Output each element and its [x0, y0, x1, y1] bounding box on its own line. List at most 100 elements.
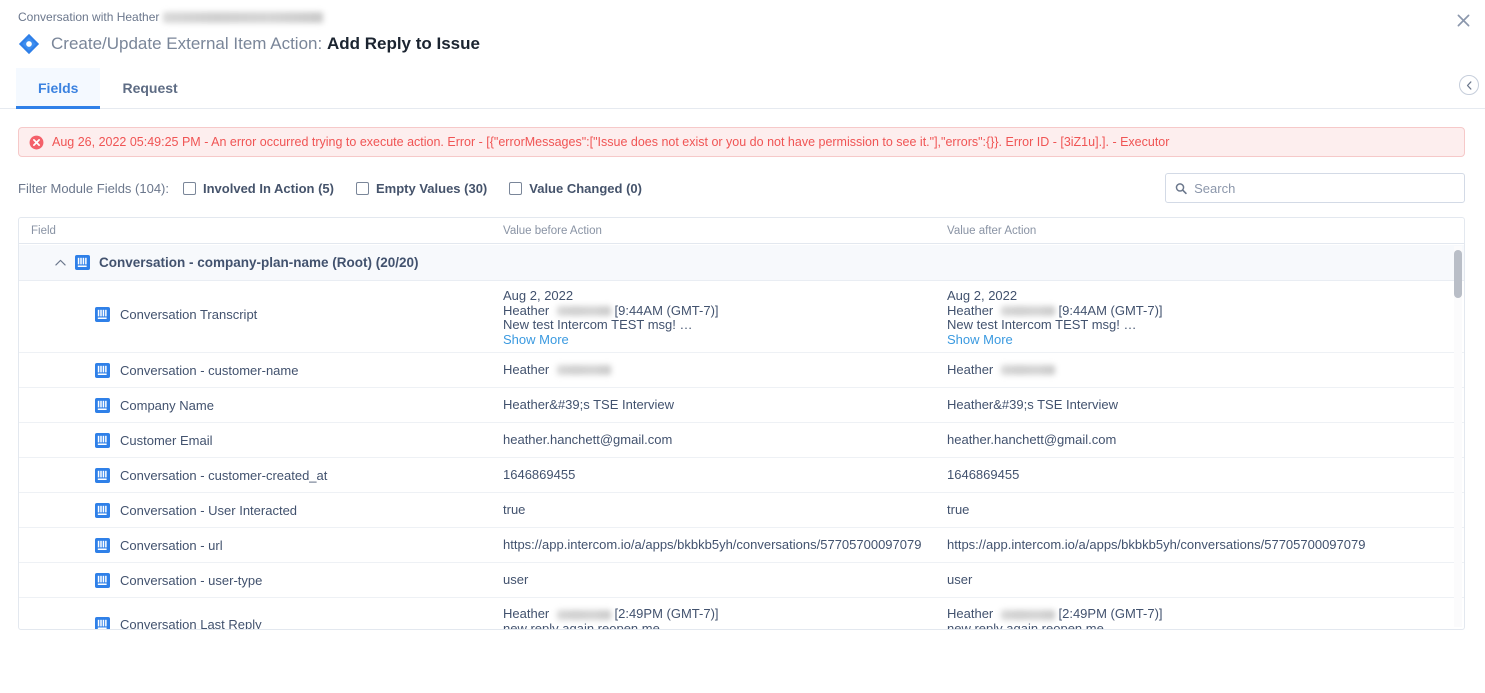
- table-row[interactable]: Conversation - User Interacted truetrue: [19, 493, 1464, 528]
- redacted-name: [557, 306, 611, 316]
- row-field-cell: Customer Email: [19, 433, 503, 448]
- module-icon: [95, 573, 110, 588]
- value-line: New test Intercom TEST msg! …: [503, 318, 947, 333]
- collapse-panel-button[interactable]: [1459, 75, 1479, 95]
- value-line: Aug 2, 2022: [503, 289, 947, 304]
- filter-empty-values[interactable]: Empty Values (30): [356, 181, 487, 196]
- table-row[interactable]: Conversation - customer-nameHeather Heat…: [19, 353, 1464, 388]
- row-field-cell: Conversation - customer-created_at: [19, 468, 503, 483]
- table-row[interactable]: Conversation Transcript Aug 2, 2022Heathe…: [19, 281, 1464, 353]
- redacted-name: [1001, 306, 1055, 316]
- row-value-after-cell: true: [947, 503, 1464, 518]
- table-row[interactable]: Company Name Heather&#39;s TSE InterviewH…: [19, 388, 1464, 423]
- tab-bar: Fields Request: [0, 68, 1485, 109]
- value-line: heather.hanchett@gmail.com: [503, 433, 947, 448]
- breadcrumb-label: Conversation with Heather: [18, 10, 159, 24]
- row-value-after-cell: 1646869455: [947, 468, 1464, 483]
- row-field-label: Conversation - customer-name: [120, 363, 298, 378]
- row-value-before-cell: Heather [2:49PM (GMT-7)]new reply again …: [503, 607, 947, 629]
- checkbox-empty-values[interactable]: [356, 182, 369, 195]
- show-more-link-before[interactable]: Show More: [503, 333, 947, 348]
- search-input[interactable]: [1194, 181, 1455, 196]
- row-value-before-cell: 1646869455: [503, 468, 947, 483]
- table-header-row: Field Value before Action Value after Ac…: [19, 218, 1464, 244]
- row-field-label: Conversation - user-type: [120, 573, 262, 588]
- row-value-before-cell: Aug 2, 2022Heather [9:44AM (GMT-7)]New t…: [503, 289, 947, 347]
- table-scrollbar-thumb[interactable]: [1454, 250, 1462, 298]
- module-icon: [95, 538, 110, 553]
- checkbox-involved-in-action[interactable]: [183, 182, 196, 195]
- row-field-cell: Conversation - User Interacted: [19, 503, 503, 518]
- row-field-label: Conversation - User Interacted: [120, 503, 297, 518]
- table-scrollbar[interactable]: [1454, 246, 1462, 627]
- error-message: Aug 26, 2022 05:49:25 PM - An error occu…: [52, 135, 1169, 149]
- page-title-action: Add Reply to Issue: [327, 34, 480, 53]
- column-header-field: Field: [19, 225, 503, 237]
- close-button[interactable]: [1451, 8, 1475, 32]
- filter-value-changed-label: Value Changed (0): [529, 181, 642, 196]
- module-icon: [95, 468, 110, 483]
- row-value-after-cell: user: [947, 573, 1464, 588]
- row-field-cell: Conversation - url: [19, 538, 503, 553]
- value-line: New test Intercom TEST msg! …: [947, 318, 1464, 333]
- group-row-conversation-root[interactable]: Conversation - company-plan-name (Root) …: [19, 245, 1464, 281]
- module-icon: [95, 617, 110, 629]
- table-row[interactable]: Conversation Last Reply Heather [2:49PM (…: [19, 598, 1464, 629]
- dialog-title-row: Create/Update External Item Action: Add …: [18, 33, 1485, 55]
- module-icon: [75, 255, 90, 270]
- row-field-cell: Conversation Transcript: [19, 289, 503, 322]
- row-value-after-cell: Heather&#39;s TSE Interview: [947, 398, 1464, 413]
- module-icon: [95, 433, 110, 448]
- value-line: new reply again reopen me: [503, 622, 947, 630]
- row-field-label: Conversation Transcript: [120, 307, 257, 322]
- jira-diamond-icon: [18, 33, 40, 55]
- row-field-cell: Conversation - user-type: [19, 573, 503, 588]
- value-line: user: [503, 573, 947, 588]
- row-field-label: Conversation - customer-created_at: [120, 468, 327, 483]
- value-line: 1646869455: [947, 468, 1464, 483]
- value-line: Heather: [503, 363, 947, 378]
- value-line: true: [503, 503, 947, 518]
- row-field-label: Customer Email: [120, 433, 212, 448]
- chevron-left-icon: [1465, 81, 1474, 90]
- search-box[interactable]: [1165, 173, 1465, 203]
- value-line: Heather [2:49PM (GMT-7)]: [947, 607, 1464, 622]
- value-line: Heather [9:44AM (GMT-7)]: [503, 304, 947, 319]
- tab-fields[interactable]: Fields: [16, 68, 100, 108]
- value-line: Aug 2, 2022: [947, 289, 1464, 304]
- filter-involved-in-action[interactable]: Involved In Action (5): [183, 181, 334, 196]
- row-field-label: Conversation Last Reply: [120, 617, 262, 629]
- row-value-after-cell: Heather [2:49PM (GMT-7)]new reply again …: [947, 607, 1464, 629]
- show-more-link-after[interactable]: Show More: [947, 333, 1464, 348]
- value-line: Heather&#39;s TSE Interview: [503, 398, 947, 413]
- table-row[interactable]: Conversation - urlhttps://app.intercom.i…: [19, 528, 1464, 563]
- column-header-value-before: Value before Action: [503, 225, 947, 237]
- tab-fields-label: Fields: [38, 80, 78, 96]
- value-line: 1646869455: [503, 468, 947, 483]
- error-banner: Aug 26, 2022 05:49:25 PM - An error occu…: [18, 127, 1465, 157]
- row-value-after-cell: Aug 2, 2022Heather [9:44AM (GMT-7)]New t…: [947, 289, 1464, 347]
- redacted-name: [1001, 365, 1055, 375]
- table-body: Conversation - company-plan-name (Root) …: [19, 245, 1464, 629]
- checkbox-value-changed[interactable]: [509, 182, 522, 195]
- error-circle-icon: [29, 135, 44, 150]
- row-field-cell: Conversation - customer-name: [19, 363, 503, 378]
- filter-row: Filter Module Fields (104): Involved In …: [18, 173, 1465, 203]
- tab-request[interactable]: Request: [100, 68, 199, 108]
- redacted-customer-info: [163, 12, 323, 23]
- module-icon: [95, 503, 110, 518]
- table-row[interactable]: Conversation - user-type useruser: [19, 563, 1464, 598]
- row-value-after-cell: heather.hanchett@gmail.com: [947, 433, 1464, 448]
- value-line: https://app.intercom.io/a/apps/bkbkb5yh/…: [503, 538, 947, 553]
- row-field-label: Company Name: [120, 398, 214, 413]
- row-value-before-cell: Heather: [503, 363, 947, 378]
- page-title-prefix: Create/Update External Item Action:: [51, 34, 322, 53]
- table-row[interactable]: Conversation - customer-created_at 164686…: [19, 458, 1464, 493]
- row-value-before-cell: heather.hanchett@gmail.com: [503, 433, 947, 448]
- value-line: true: [947, 503, 1464, 518]
- module-icon: [95, 307, 110, 322]
- row-field-cell: Company Name: [19, 398, 503, 413]
- table-row[interactable]: Customer Email heather.hanchett@gmail.com…: [19, 423, 1464, 458]
- filter-value-changed[interactable]: Value Changed (0): [509, 181, 642, 196]
- row-value-before-cell: true: [503, 503, 947, 518]
